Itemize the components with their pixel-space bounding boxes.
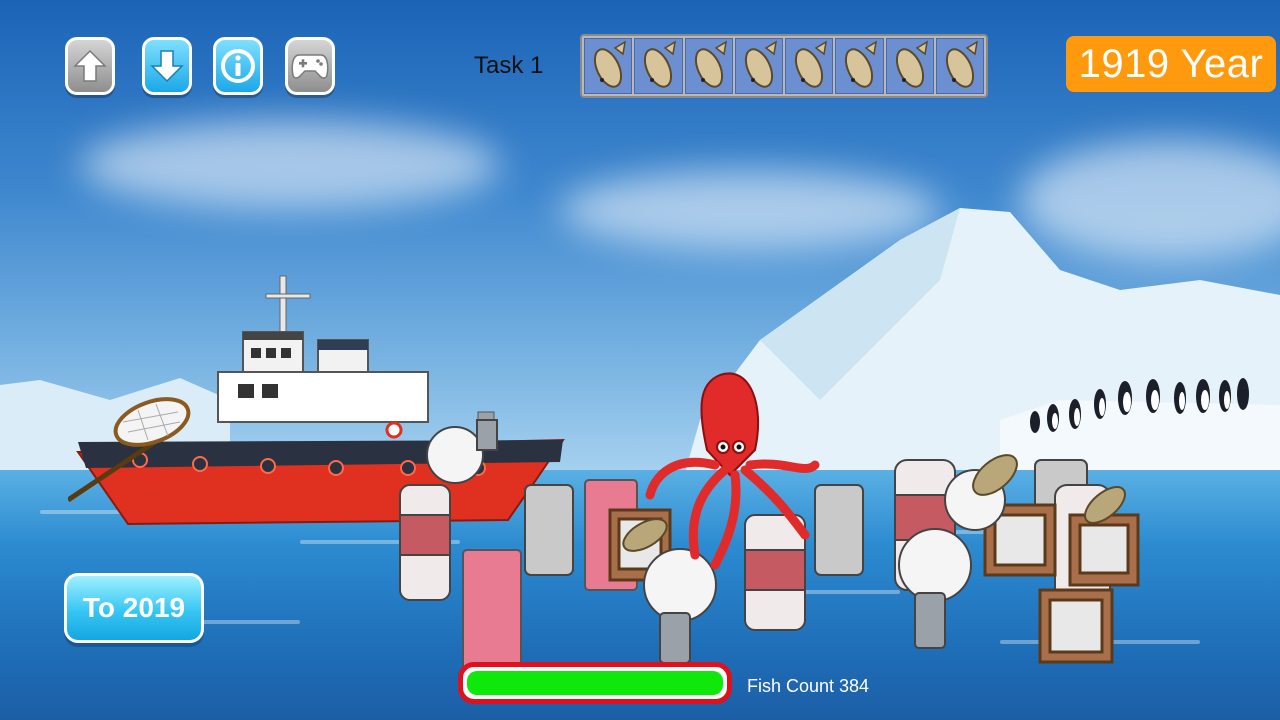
fish-icon (594, 40, 627, 88)
down-arrow-button[interactable] (142, 37, 192, 95)
year-badge: 1919 Year (1066, 36, 1276, 92)
arrow-up-icon (73, 49, 107, 82)
gamepad-button[interactable] (285, 37, 335, 95)
fish-target-strip (580, 34, 988, 98)
fish-slot (835, 38, 884, 94)
fish-slot (684, 38, 733, 94)
fish-slot (785, 38, 834, 94)
gamepad-icon (291, 54, 329, 79)
time-travel-button[interactable]: To 2019 (64, 573, 204, 643)
fish-slot (885, 38, 934, 94)
info-button[interactable] (213, 37, 263, 95)
progress-fill (467, 671, 723, 695)
fish-icon (644, 40, 677, 88)
info-icon (221, 49, 255, 83)
trash-pile (399, 372, 1140, 671)
fish-icon (744, 40, 777, 88)
fish-count-label: Fish Count 384 (747, 676, 870, 696)
progress-bar (458, 662, 732, 704)
fish-icon (694, 40, 727, 88)
fish-slot (634, 38, 683, 94)
fish-slot (584, 38, 633, 94)
fish-icon (795, 40, 828, 88)
up-arrow-button[interactable] (65, 37, 115, 95)
fish-icon (945, 40, 978, 88)
fish-icon (895, 40, 928, 88)
cloud (80, 120, 500, 210)
fish-slot (935, 38, 984, 94)
fish-icon (845, 40, 878, 88)
fish-slot (734, 38, 783, 94)
task-label: Task 1 (474, 52, 544, 79)
arrow-down-icon (150, 50, 184, 83)
